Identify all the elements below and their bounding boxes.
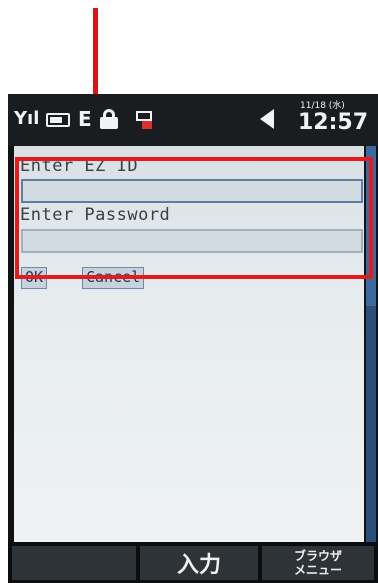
battery-icon — [46, 113, 70, 127]
softkey-bar: 入力 ブラウザ メニュー — [8, 542, 378, 583]
ez-web-icon: E — [78, 107, 92, 131]
antenna-signal-icon: Yıl — [14, 108, 40, 129]
softkey-right-label-top: ブラウザ — [293, 549, 342, 563]
softkey-center-label: 入力 — [176, 553, 221, 578]
status-bar: Yıl E 11/18 (水) 12:57 — [8, 94, 378, 146]
softkey-center[interactable]: 入力 — [140, 546, 258, 580]
clock-label: 12:57 — [298, 110, 369, 135]
mail-notification-icon — [136, 109, 154, 129]
triangle-left-icon — [260, 109, 274, 129]
annotation-highlight-box — [15, 157, 373, 279]
softkey-right-label-bottom: メニュー — [293, 563, 342, 577]
lock-icon — [100, 109, 118, 129]
softkey-left[interactable] — [12, 546, 136, 580]
softkey-right[interactable]: ブラウザ メニュー — [262, 546, 374, 580]
